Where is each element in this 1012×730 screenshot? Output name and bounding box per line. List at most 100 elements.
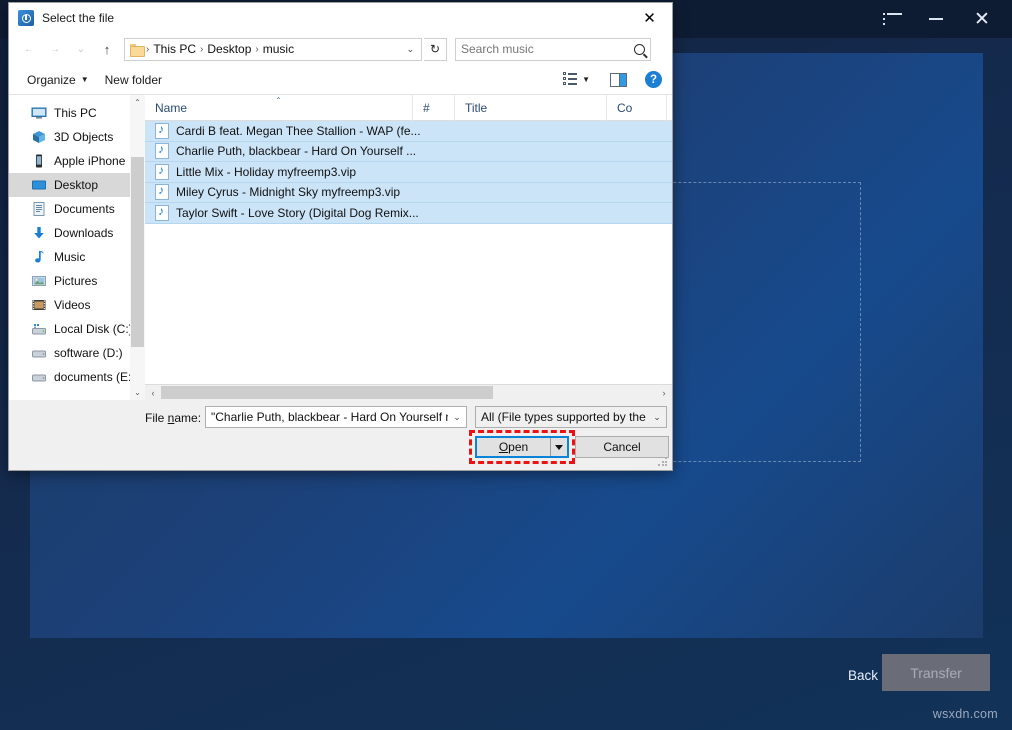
column-header-name[interactable]: ⌃ Name — [145, 95, 413, 121]
breadcrumb-desktop[interactable]: Desktop — [204, 42, 254, 56]
sidebar-item-pictures[interactable]: Pictures — [9, 269, 145, 293]
new-folder-label: New folder — [105, 73, 162, 87]
file-name: Cardi B feat. Megan Thee Stallion - WAP … — [176, 124, 421, 138]
column-headers: ⌃ Name # Title Co — [145, 95, 672, 121]
search-input[interactable] — [461, 42, 634, 56]
sidebar-item-this-pc[interactable]: This PC — [9, 101, 145, 125]
file-name: Charlie Puth, blackbear - Hard On Yourse… — [176, 144, 416, 158]
sidebar-item-apple-iphone[interactable]: Apple iPhone — [9, 149, 145, 173]
back-nav-icon[interactable]: ← — [17, 37, 41, 61]
open-label-accesskey: O — [499, 440, 508, 454]
sort-ascending-icon: ⌃ — [275, 96, 282, 105]
file-row[interactable]: Taylor Swift - Love Story (Digital Dog R… — [145, 203, 672, 224]
file-name-label: File name: — [145, 411, 201, 425]
sidebar-item-desktop[interactable]: Desktop — [9, 173, 145, 197]
resize-grip-icon[interactable] — [658, 457, 668, 467]
scroll-down-icon[interactable]: ⌄ — [134, 385, 141, 400]
column-header-contributing-artists[interactable]: Co — [607, 95, 667, 121]
sidebar-label: Videos — [54, 298, 90, 312]
horizontal-scrollbar-thumb[interactable] — [161, 386, 493, 399]
sidebar-item-downloads[interactable]: Downloads — [9, 221, 145, 245]
column-label: # — [423, 101, 430, 115]
organize-button[interactable]: Organize ▼ — [19, 70, 97, 90]
chevron-down-icon[interactable]: ⌄ — [648, 412, 666, 423]
file-type-value: All (File types supported by the — [481, 410, 646, 424]
new-folder-button[interactable]: New folder — [97, 70, 170, 90]
sidebar-label: This PC — [54, 106, 97, 120]
file-name-input[interactable] — [211, 410, 448, 424]
file-type-dropdown[interactable]: All (File types supported by the ⌄ — [475, 406, 667, 428]
file-name-field[interactable]: ⌄ — [205, 406, 467, 428]
file-row[interactable]: Cardi B feat. Megan Thee Stallion - WAP … — [145, 121, 672, 142]
address-bar[interactable]: › This PC › Desktop › music ⌄ — [124, 38, 422, 61]
videos-icon — [31, 297, 47, 313]
file-rows: Cardi B feat. Megan Thee Stallion - WAP … — [145, 121, 672, 384]
sidebar-scrollbar[interactable]: ⌃ ⌄ — [130, 95, 145, 400]
scroll-up-icon[interactable]: ⌃ — [134, 95, 141, 110]
recent-locations-icon[interactable]: ⌄ — [69, 37, 93, 61]
hamburger-menu-icon — [883, 13, 898, 25]
up-one-level-icon[interactable]: ↑ — [95, 37, 119, 61]
file-row[interactable]: Miley Cyrus - Midnight Sky myfreemp3.vip — [145, 183, 672, 204]
chevron-down-icon[interactable]: ⌄ — [448, 412, 466, 423]
sidebar-scrollbar-thumb[interactable] — [131, 157, 144, 347]
change-view-icon[interactable] — [563, 73, 578, 86]
open-button-group[interactable]: Open — [475, 436, 569, 458]
help-icon[interactable]: ? — [645, 71, 662, 88]
open-dropdown-arrow[interactable] — [550, 438, 567, 456]
folder-icon — [130, 43, 145, 55]
label-pre: File — [145, 411, 168, 425]
sidebar-item-documents-e[interactable]: documents (E:) — [9, 365, 145, 389]
file-name: Little Mix - Holiday myfreemp3.vip — [176, 165, 356, 179]
drive-icon — [31, 345, 47, 361]
file-row[interactable]: Little Mix - Holiday myfreemp3.vip — [145, 162, 672, 183]
sidebar-item-documents[interactable]: Documents — [9, 197, 145, 221]
refresh-icon[interactable]: ↻ — [424, 38, 447, 61]
music-file-icon — [155, 184, 169, 200]
file-row[interactable]: Charlie Puth, blackbear - Hard On Yourse… — [145, 142, 672, 163]
preview-pane-icon[interactable] — [610, 73, 627, 87]
app-minimize-button[interactable] — [914, 0, 958, 38]
sidebar-item-music[interactable]: Music — [9, 245, 145, 269]
forward-nav-icon[interactable]: → — [43, 37, 67, 61]
transfer-button[interactable]: Transfer — [882, 654, 990, 691]
select-file-dialog: Select the file ✕ ← → ⌄ ↑ › This PC › De… — [8, 2, 673, 471]
app-icon — [18, 10, 34, 26]
open-label-post: pen — [508, 440, 528, 454]
minimize-icon — [929, 18, 943, 20]
phone-icon — [31, 153, 47, 169]
label-post: ame: — [174, 411, 201, 425]
sidebar-item-videos[interactable]: Videos — [9, 293, 145, 317]
music-file-icon — [155, 205, 169, 221]
dialog-close-button[interactable]: ✕ — [627, 3, 672, 33]
column-label: Co — [617, 101, 632, 115]
sidebar-item-3d-objects[interactable]: 3D Objects — [9, 125, 145, 149]
chevron-down-icon[interactable]: ⌄ — [401, 44, 419, 55]
desktop-icon — [31, 177, 47, 193]
app-close-button[interactable]: ✕ — [960, 0, 1004, 38]
file-name: Taylor Swift - Love Story (Digital Dog R… — [176, 206, 419, 220]
open-button[interactable]: Open — [477, 438, 550, 456]
download-icon — [31, 225, 47, 241]
sidebar-item-local-disk-c[interactable]: Local Disk (C:) — [9, 317, 145, 341]
cancel-button[interactable]: Cancel — [575, 436, 669, 458]
breadcrumb-this-pc[interactable]: This PC — [150, 42, 199, 56]
back-button[interactable]: Back — [848, 668, 878, 683]
sidebar-label: Local Disk (C:) — [54, 322, 133, 336]
column-header-title[interactable]: Title — [455, 95, 607, 121]
column-header-track-number[interactable]: # — [413, 95, 455, 121]
sidebar-label: Desktop — [54, 178, 98, 192]
chevron-down-icon[interactable]: ▼ — [582, 75, 590, 84]
horizontal-scroll-track[interactable] — [161, 385, 656, 401]
horizontal-scrollbar[interactable]: ‹ › — [145, 384, 672, 400]
breadcrumb-music[interactable]: music — [260, 42, 297, 56]
scroll-left-icon[interactable]: ‹ — [145, 388, 161, 398]
scroll-right-icon[interactable]: › — [656, 388, 672, 398]
sidebar-label: Apple iPhone — [54, 154, 125, 168]
sidebar-item-software-d[interactable]: software (D:) — [9, 341, 145, 365]
search-box[interactable] — [455, 38, 651, 61]
navigation-bar: ← → ⌄ ↑ › This PC › Desktop › music ⌄ ↻ — [9, 33, 672, 65]
app-menu-button[interactable] — [868, 0, 912, 38]
search-icon — [634, 44, 645, 55]
pictures-icon — [31, 273, 47, 289]
